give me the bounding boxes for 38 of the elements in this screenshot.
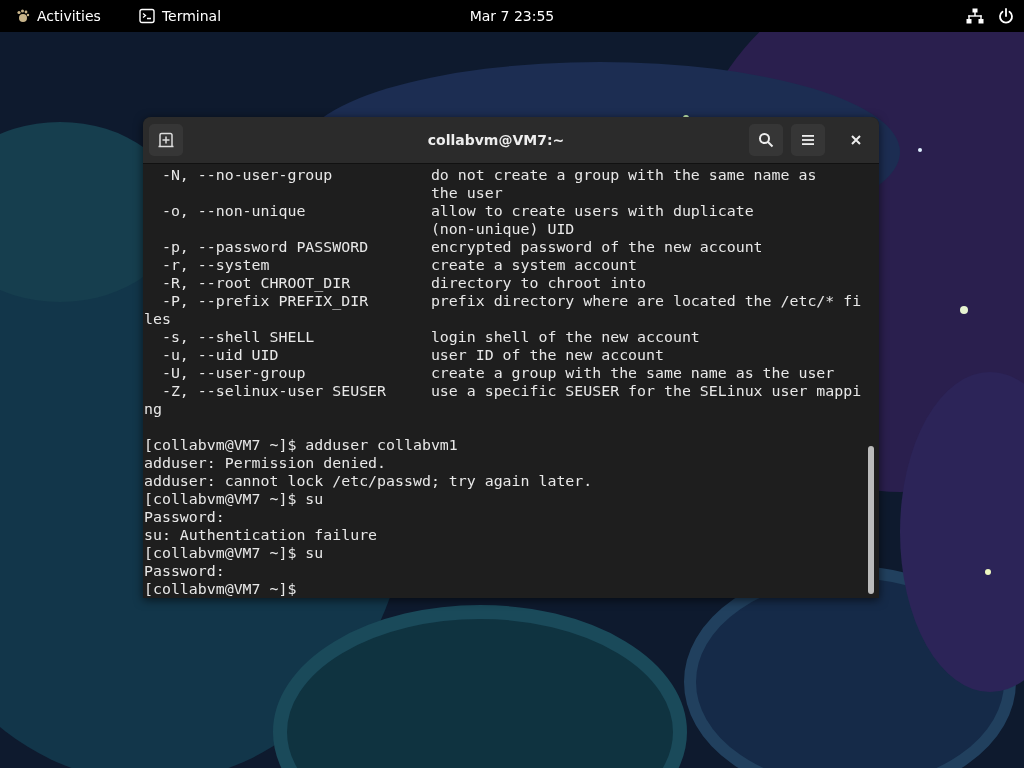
search-button[interactable] <box>749 124 783 156</box>
window-title: collabvm@VM7:~ <box>426 132 566 148</box>
terminal-icon <box>138 8 155 24</box>
terminal-line: -u, --uid UID user ID of the new account <box>160 346 665 364</box>
terminal-line: -N, --no-user-group do not create a group with the same name as <box>160 166 818 184</box>
activities-button[interactable]: Activities <box>12 8 105 24</box>
new-tab-button[interactable] <box>149 124 183 156</box>
search-icon <box>758 132 774 148</box>
network-icon[interactable] <box>966 8 984 24</box>
terminal-line: su: Authentication failure <box>144 526 379 544</box>
terminal-line: adduser: cannot lock /etc/passwd; try again later. <box>144 472 594 490</box>
terminal-line: [collabvm@VM7 ~]$ adduser collabvm1 <box>144 436 459 454</box>
new-tab-icon <box>158 132 174 148</box>
app-menu[interactable]: Terminal <box>134 8 226 24</box>
terminal-line: [collabvm@VM7 ~]$ su <box>144 544 325 562</box>
terminal-line: [collabvm@VM7 ~]$ su <box>144 490 325 508</box>
clock[interactable]: Mar 7 23:55 <box>465 8 559 24</box>
terminal-line: -o, --non-unique allow to create users with duplicate <box>160 202 755 220</box>
terminal-line: -R, --root CHROOT_DIR directory to chroot into <box>160 274 648 292</box>
terminal-line: -p, --password PASSWORD encrypted password of the new account <box>160 238 764 256</box>
power-icon[interactable] <box>998 8 1014 24</box>
terminal-line: the user <box>429 184 504 202</box>
terminal-line: -s, --shell SHELL login shell of the new account <box>160 328 701 346</box>
terminal-line: -P, --prefix PREFIX_DIR prefix directory where are located the /etc/* fi <box>160 292 863 310</box>
terminal-line: ng <box>144 400 163 418</box>
foot-icon <box>16 9 30 23</box>
menu-button[interactable] <box>791 124 825 156</box>
terminal-line: [collabvm@VM7 ~]$ <box>144 580 298 598</box>
terminal-line: les <box>144 310 172 328</box>
close-icon <box>850 134 862 146</box>
terminal-line: -U, --user-group create a group with the same name as the user <box>160 364 836 382</box>
terminal-line: -r, --system create a system account <box>160 256 639 274</box>
terminal-line: Password: <box>144 562 226 580</box>
menu-icon <box>801 134 815 146</box>
terminal-line: Password: <box>144 508 226 526</box>
terminal-line: (non-unique) UID <box>429 220 576 238</box>
terminal-line: -Z, --selinux-user SEUSER use a specific SEUSER for the SELinux user mappi <box>160 382 863 400</box>
terminal-line: adduser: Permission denied. <box>144 454 388 472</box>
